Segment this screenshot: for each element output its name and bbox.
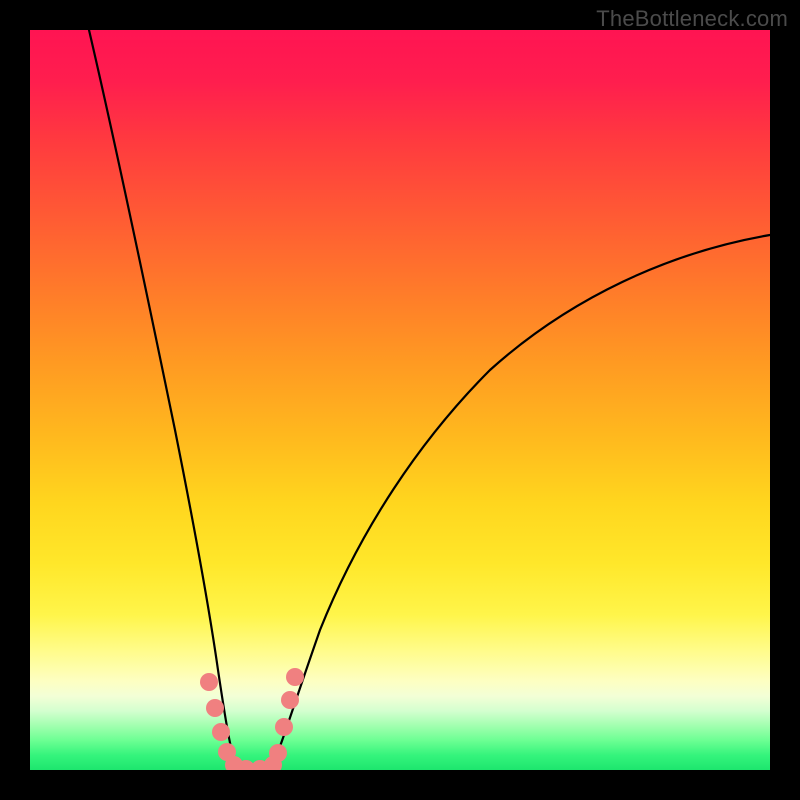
outer-frame: TheBottleneck.com — [0, 0, 800, 800]
bottleneck-curve-right — [272, 235, 770, 766]
marker-dot — [200, 673, 218, 691]
marker-dot — [212, 723, 230, 741]
marker-dot — [281, 691, 299, 709]
plot-area — [30, 30, 770, 770]
marker-dot — [286, 668, 304, 686]
chart-svg — [30, 30, 770, 770]
marker-dot — [275, 718, 293, 736]
bottleneck-curve-left — [89, 30, 236, 766]
attribution-text: TheBottleneck.com — [596, 6, 788, 32]
curve-layer — [89, 30, 770, 768]
marker-dot — [206, 699, 224, 717]
marker-dot — [269, 744, 287, 762]
